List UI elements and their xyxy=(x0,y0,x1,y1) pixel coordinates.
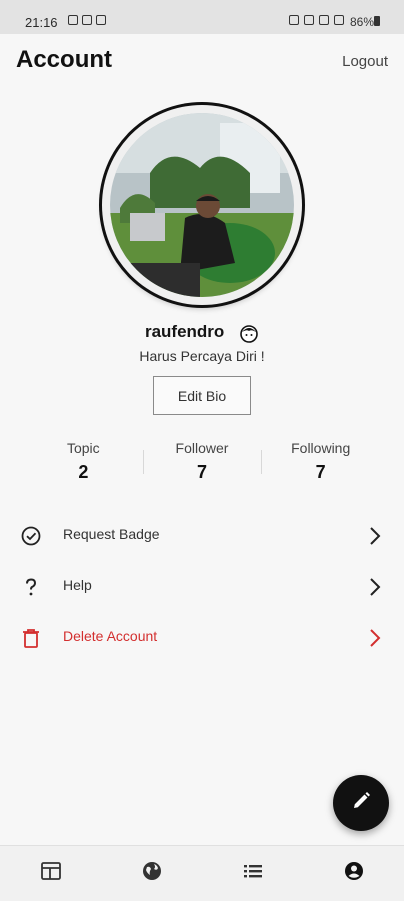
alarm-icon xyxy=(289,15,299,25)
nav-feed[interactable] xyxy=(0,846,101,901)
nav-profile[interactable] xyxy=(303,846,404,901)
list-icon xyxy=(242,862,264,885)
gallery-icon xyxy=(68,15,78,25)
notification-icons xyxy=(68,15,106,25)
check-circle-icon xyxy=(20,525,42,547)
stat-topic[interactable]: Topic 2 xyxy=(24,438,143,486)
status-bar: 21:16 86% xyxy=(0,0,404,34)
avatar-photo xyxy=(110,113,294,297)
avatar[interactable] xyxy=(102,105,302,305)
stat-follower[interactable]: Follower 7 xyxy=(142,438,262,486)
edit-bio-button[interactable]: Edit Bio xyxy=(153,376,251,415)
status-time: 21:16 xyxy=(25,15,58,30)
globe-icon xyxy=(141,860,163,887)
mute-icon xyxy=(304,15,314,25)
stat-value: 2 xyxy=(78,462,89,482)
lock-icon xyxy=(96,15,106,25)
pencil-icon xyxy=(350,790,372,817)
signal-icon xyxy=(334,15,344,25)
system-icons xyxy=(289,15,344,25)
stats-row: Topic 2 Follower 7 Following 7 xyxy=(24,438,380,486)
telegram-icon xyxy=(82,15,92,25)
battery-level: 86% xyxy=(349,15,374,29)
menu-label: Delete Account xyxy=(63,628,158,644)
nav-explore[interactable] xyxy=(101,846,202,901)
stat-label: Follower xyxy=(175,440,229,456)
face-icon xyxy=(239,323,259,343)
username: raufendro xyxy=(144,322,225,341)
chevron-right-icon xyxy=(368,576,382,598)
bio-text: Harus Percaya Diri ! xyxy=(139,348,265,364)
question-icon xyxy=(20,576,42,598)
menu-item-delete-account[interactable]: Delete Account xyxy=(0,615,404,661)
trash-icon xyxy=(20,627,42,649)
menu-item-help[interactable]: Help xyxy=(0,564,404,610)
nav-list[interactable] xyxy=(202,846,303,901)
menu-label: Request Badge xyxy=(63,526,160,542)
bottom-nav xyxy=(0,845,404,901)
stat-label: Topic xyxy=(66,440,100,456)
battery-icon xyxy=(374,16,380,26)
feed-icon xyxy=(40,861,62,886)
wifi-icon xyxy=(319,15,329,25)
menu-label: Help xyxy=(63,577,92,593)
logout-button[interactable]: Logout xyxy=(342,53,388,70)
page-title: Account xyxy=(16,46,112,73)
username-row: raufendro xyxy=(0,322,404,343)
chevron-right-icon xyxy=(368,627,382,649)
edit-fab-button[interactable] xyxy=(333,775,389,831)
stat-value: 7 xyxy=(315,462,326,482)
stat-value: 7 xyxy=(197,462,208,482)
chevron-right-icon xyxy=(368,525,382,547)
profile-icon xyxy=(343,860,365,887)
menu-item-request-badge[interactable]: Request Badge xyxy=(0,513,404,559)
stat-following[interactable]: Following 7 xyxy=(261,438,380,486)
stat-label: Following xyxy=(291,440,351,456)
